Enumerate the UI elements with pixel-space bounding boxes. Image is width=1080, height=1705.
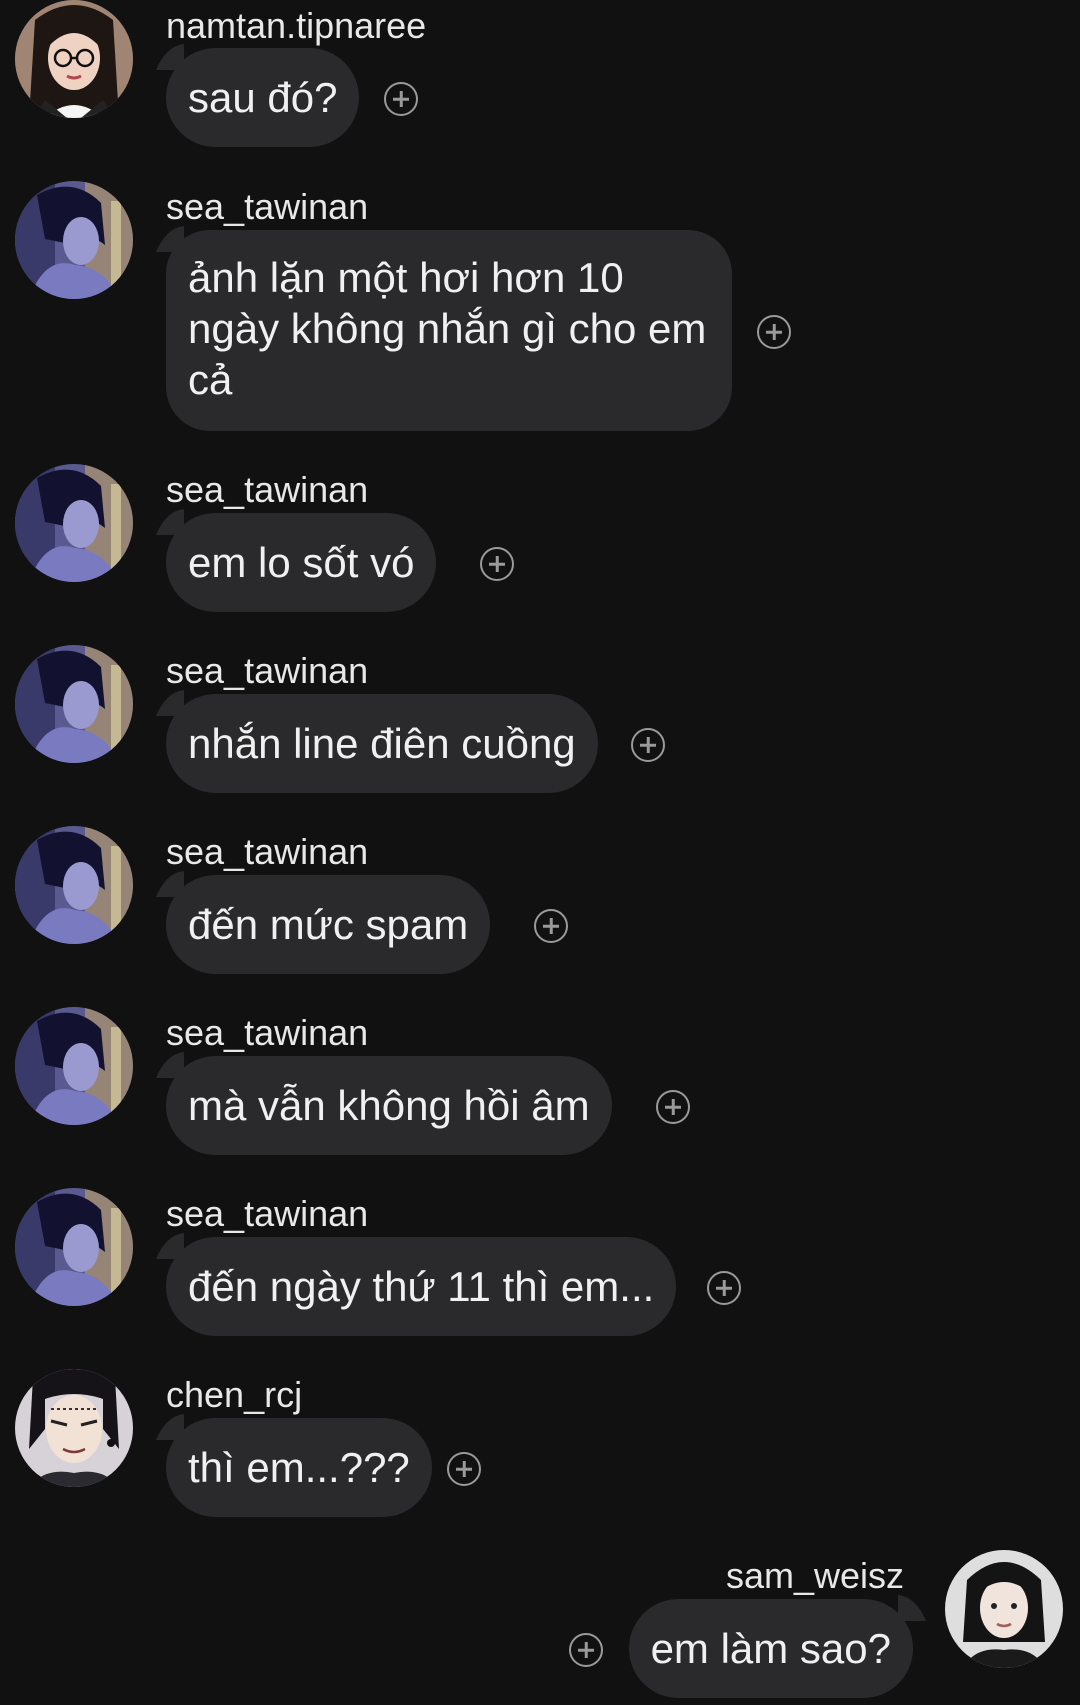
avatar-sea[interactable]: [15, 1007, 133, 1125]
add-reaction-icon[interactable]: [569, 1633, 603, 1667]
message-bubble[interactable]: sau đó?: [166, 48, 360, 147]
add-reaction-icon[interactable]: [384, 82, 418, 116]
username[interactable]: sea_tawinan: [166, 1194, 368, 1234]
add-reaction-icon[interactable]: [757, 315, 791, 349]
username[interactable]: sea_tawinan: [166, 832, 368, 872]
avatar-sea[interactable]: [15, 464, 133, 582]
message-bubble[interactable]: đến mức spam: [166, 875, 491, 974]
add-reaction-icon[interactable]: [656, 1090, 690, 1124]
username[interactable]: sea_tawinan: [166, 651, 368, 691]
bubble-tail: [898, 1595, 926, 1621]
avatar-sam[interactable]: [945, 1550, 1063, 1668]
username[interactable]: sea_tawinan: [166, 1013, 368, 1053]
message-bubble[interactable]: em làm sao?: [628, 1599, 913, 1698]
message-bubble[interactable]: nhắn line điên cuồng: [166, 694, 598, 793]
username[interactable]: sam_weisz: [726, 1556, 904, 1596]
add-reaction-icon[interactable]: [534, 909, 568, 943]
username[interactable]: chen_rcj: [166, 1375, 302, 1415]
message-bubble[interactable]: mà vẫn không hồi âm: [166, 1056, 612, 1155]
username[interactable]: sea_tawinan: [166, 187, 368, 227]
avatar-chen[interactable]: [15, 1369, 133, 1487]
avatar-namtan[interactable]: [15, 0, 133, 118]
avatar-sea[interactable]: [15, 181, 133, 299]
chat-thread: namtan.tipnaree sau đó? sea_tawinan ảnh …: [0, 0, 1080, 1705]
message-bubble[interactable]: em lo sốt vó: [166, 513, 437, 612]
add-reaction-icon[interactable]: [447, 1452, 481, 1486]
avatar-sea[interactable]: [15, 645, 133, 763]
message-bubble[interactable]: đến ngày thứ 11 thì em...: [166, 1237, 677, 1336]
avatar-sea[interactable]: [15, 826, 133, 944]
username[interactable]: sea_tawinan: [166, 470, 368, 510]
message-bubble[interactable]: ảnh lặn một hơi hơn 10 ngày không nhắn g…: [166, 230, 732, 431]
add-reaction-icon[interactable]: [707, 1271, 741, 1305]
username[interactable]: namtan.tipnaree: [166, 6, 426, 46]
message-bubble[interactable]: thì em...???: [166, 1418, 432, 1517]
add-reaction-icon[interactable]: [480, 547, 514, 581]
add-reaction-icon[interactable]: [631, 728, 665, 762]
avatar-sea[interactable]: [15, 1188, 133, 1306]
